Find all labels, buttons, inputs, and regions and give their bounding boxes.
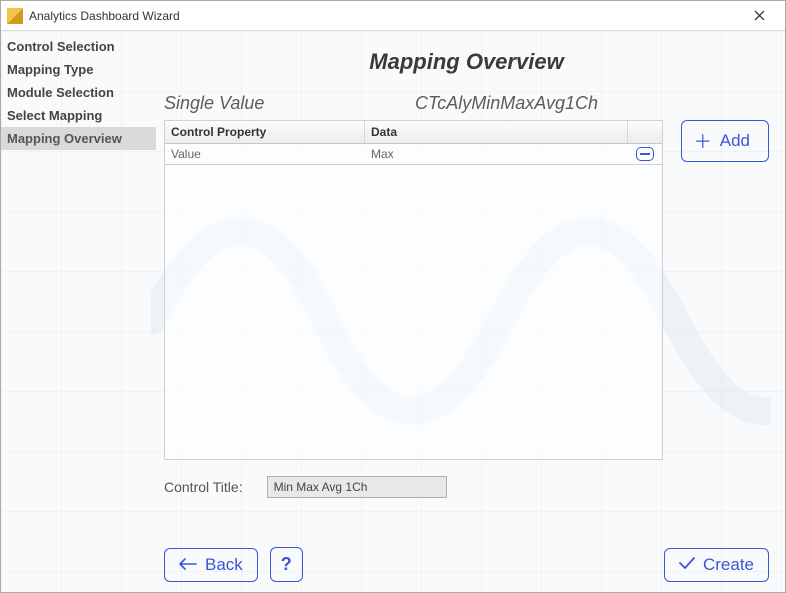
sidebar-item-mapping-type[interactable]: Mapping Type [1, 58, 156, 81]
control-title-label: Control Title: [164, 479, 243, 495]
help-button-label: ? [281, 554, 292, 575]
check-icon [679, 555, 695, 575]
arrow-left-icon [179, 555, 197, 575]
back-button[interactable]: Back [164, 548, 258, 582]
mapping-table: Control Property Data Value Max [164, 120, 663, 460]
table-area: Control Property Data Value Max [164, 120, 769, 460]
subhead: Single Value CTcAlyMinMaxAvg1Ch [164, 93, 769, 114]
remove-row-button[interactable] [636, 147, 654, 161]
sidebar-item-label: Module Selection [7, 85, 114, 100]
col-control-property: Control Property [165, 121, 365, 143]
close-button[interactable] [739, 2, 779, 30]
sidebar-item-label: Control Selection [7, 39, 115, 54]
add-button[interactable]: ＋ Add [681, 120, 769, 162]
table-row[interactable]: Value Max [165, 144, 662, 165]
window-title: Analytics Dashboard Wizard [29, 9, 739, 23]
subhead-left: Single Value [164, 93, 364, 114]
sidebar-item-mapping-overview[interactable]: Mapping Overview [1, 127, 156, 150]
col-data: Data [365, 121, 628, 143]
table-header: Control Property Data [165, 121, 662, 144]
app-icon [7, 8, 23, 24]
titlebar: Analytics Dashboard Wizard [1, 1, 785, 31]
sidebar-item-select-mapping[interactable]: Select Mapping [1, 104, 156, 127]
cell-control-property: Value [165, 144, 365, 164]
window: Analytics Dashboard Wizard Control Selec… [0, 0, 786, 593]
back-button-label: Back [205, 555, 243, 575]
add-button-label: Add [720, 131, 750, 151]
sidebar-item-label: Mapping Overview [7, 131, 122, 146]
plus-icon: ＋ [694, 128, 712, 154]
create-button[interactable]: Create [664, 548, 769, 582]
control-title-row: Control Title: [164, 476, 769, 498]
sidebar-item-label: Mapping Type [7, 62, 93, 77]
sidebar: Control Selection Mapping Type Module Se… [1, 31, 156, 592]
main: Mapping Overview Single Value CTcAlyMinM… [156, 31, 785, 592]
sidebar-item-control-selection[interactable]: Control Selection [1, 35, 156, 58]
page-title: Mapping Overview [164, 49, 769, 75]
body: Control Selection Mapping Type Module Se… [1, 31, 785, 592]
subhead-right: CTcAlyMinMaxAvg1Ch [364, 93, 769, 114]
create-button-label: Create [703, 555, 754, 575]
help-button[interactable]: ? [270, 547, 303, 582]
col-actions [628, 121, 662, 143]
cell-data: Max [365, 144, 628, 164]
sidebar-item-module-selection[interactable]: Module Selection [1, 81, 156, 104]
sidebar-item-label: Select Mapping [7, 108, 102, 123]
control-title-input[interactable] [267, 476, 447, 498]
footer: Back ? Create [164, 547, 769, 582]
